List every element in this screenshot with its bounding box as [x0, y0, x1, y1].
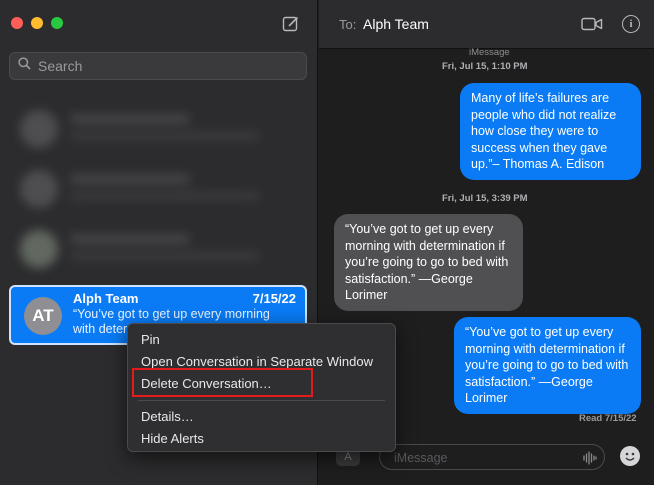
service-label: iMessage [469, 47, 510, 58]
conversation-date: 7/15/22 [252, 291, 296, 306]
recipient-name[interactable]: Alph Team [363, 16, 429, 32]
to-label: To: [339, 17, 357, 32]
avatar: AT [24, 297, 62, 335]
sent-message-bubble[interactable]: “You’ve got to get up every morning with… [454, 317, 641, 414]
list-item[interactable] [10, 158, 306, 218]
highlight-box [132, 368, 313, 397]
menu-item-details[interactable]: Details… [128, 406, 395, 428]
conversation-header: To: Alph Team i [319, 0, 654, 49]
close-window-button[interactable] [11, 17, 23, 29]
list-item[interactable] [10, 98, 306, 158]
window-controls [11, 17, 63, 29]
search-input[interactable]: Search [9, 52, 307, 80]
timestamp: Fri, Jul 15, 1:10 PM [442, 61, 528, 72]
info-icon[interactable]: i [622, 15, 640, 33]
conversation-name: Alph Team [73, 291, 139, 306]
video-icon[interactable] [581, 16, 603, 37]
sent-message-bubble[interactable]: Many of life’s failures are people who d… [460, 83, 641, 180]
read-receipt: Read 7/15/22 [579, 413, 637, 424]
message-input-placeholder: iMessage [394, 451, 448, 465]
compose-icon[interactable] [282, 15, 300, 33]
search-icon [18, 57, 31, 75]
minimize-window-button[interactable] [31, 17, 43, 29]
search-placeholder: Search [38, 58, 83, 74]
menu-item-pin[interactable]: Pin [128, 329, 395, 351]
context-menu: Pin Open Conversation in Separate Window… [127, 323, 396, 452]
menu-divider [138, 400, 385, 401]
zoom-window-button[interactable] [51, 17, 63, 29]
menu-item-hide-alerts[interactable]: Hide Alerts [128, 428, 395, 450]
list-item[interactable] [10, 218, 306, 278]
audio-wave-icon[interactable] [583, 451, 597, 470]
received-message-bubble[interactable]: “You’ve got to get up every morning with… [334, 214, 523, 311]
message-input[interactable]: iMessage [379, 444, 605, 470]
emoji-icon[interactable] [620, 446, 640, 466]
timestamp: Fri, Jul 15, 3:39 PM [442, 193, 528, 204]
